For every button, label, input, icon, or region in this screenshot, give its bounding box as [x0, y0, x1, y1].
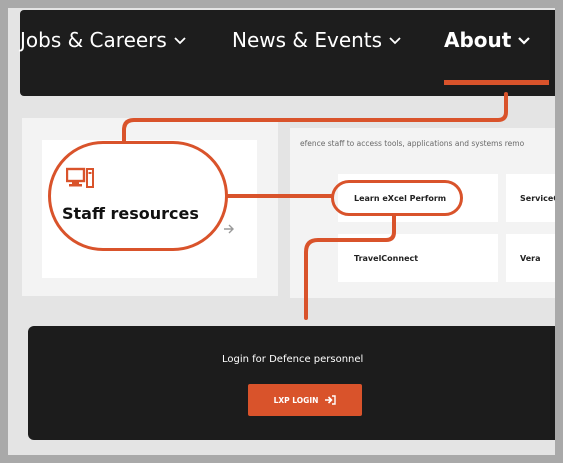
- tile-vera[interactable]: Vera: [506, 234, 563, 282]
- tile-label: ServiceCo: [520, 193, 563, 203]
- staff-resources-title: Staff resources: [62, 204, 199, 223]
- tile-travelconnect[interactable]: TravelConnect: [338, 234, 498, 282]
- nav-item-label: News & Events: [232, 28, 383, 52]
- nav-item-news-events[interactable]: News & Events: [232, 28, 402, 52]
- nav-item-jobs-careers[interactable]: Jobs & Careers: [20, 28, 187, 52]
- nav-item-about[interactable]: About: [444, 28, 531, 52]
- sign-in-arrow-icon: [325, 395, 337, 405]
- learn-excel-perform-highlight: [331, 180, 463, 216]
- arrow-right-icon: [224, 224, 234, 234]
- tile-label: Vera: [520, 253, 541, 263]
- chevron-down-icon: [389, 37, 401, 45]
- login-button-label: LXP LOGIN: [273, 395, 319, 405]
- login-banner: [28, 326, 563, 440]
- tile-serviceconnect[interactable]: ServiceCo: [506, 174, 563, 222]
- nav-item-label: About: [444, 28, 512, 52]
- chevron-down-icon: [518, 37, 531, 45]
- login-title: Login for Defence personnel: [222, 354, 364, 365]
- resources-intro-text: efence staff to access tools, applicatio…: [300, 139, 525, 148]
- tile-label: TravelConnect: [354, 253, 419, 263]
- staff-resources-highlight[interactable]: [48, 141, 228, 251]
- chevron-down-icon: [174, 37, 186, 45]
- computer-icon: [66, 167, 94, 188]
- active-nav-underline: [444, 80, 549, 85]
- lxp-login-button[interactable]: LXP LOGIN: [248, 384, 362, 416]
- nav-item-label: Jobs & Careers: [20, 28, 167, 52]
